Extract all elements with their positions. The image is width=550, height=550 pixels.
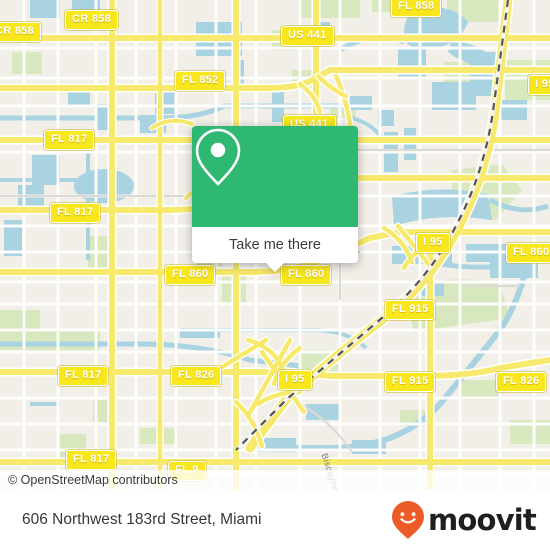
road-shield-label: FL 826: [496, 372, 547, 392]
moovit-logo[interactable]: moovit: [391, 500, 537, 540]
popup-cta-area[interactable]: Take me there: [192, 227, 358, 272]
osm-attribution[interactable]: © OpenStreetMap contributors: [0, 470, 550, 490]
road-shield-label: FL 860: [281, 265, 332, 285]
road-shield-label: CR 858: [0, 22, 42, 42]
road-shield-label: FL 826: [171, 366, 222, 386]
road-shield-label: CR 858: [65, 10, 119, 30]
road-shield-label: FL 817: [66, 450, 117, 470]
road-shield-label: US 441: [281, 26, 334, 46]
location-popup-card[interactable]: Take me there: [192, 126, 358, 272]
popup-pin-area: [192, 126, 358, 227]
moovit-smiley-pin-icon: [392, 501, 425, 539]
road-shield-label: FL 852: [175, 71, 226, 91]
map-screenshot: CR 858CR 858US 441FL 858FL 852US 441I 95…: [0, 0, 550, 550]
road-shield-label: FL 860: [506, 243, 550, 263]
footer-bar: 606 Northwest 183rd Street, Miami moovit: [0, 490, 550, 550]
road-shield-label: FL 915: [385, 372, 436, 392]
road-shield-label: FL 817: [44, 130, 95, 150]
road-shield-label: FL 915: [385, 300, 436, 320]
road-shield-label: I 95: [278, 370, 312, 390]
address-label: 606 Northwest 183rd Street, Miami: [22, 511, 262, 528]
road-shield-label: I 95: [528, 75, 550, 95]
road-shield-label: FL 817: [58, 366, 109, 386]
location-pin-icon: [195, 128, 241, 186]
road-shield-label: I 95: [416, 233, 450, 253]
road-shield-label: FL 817: [50, 203, 101, 223]
moovit-wordmark: moovit: [428, 502, 537, 537]
map-canvas[interactable]: CR 858CR 858US 441FL 858FL 852US 441I 95…: [0, 0, 550, 490]
road-shield-label: FL 858: [391, 0, 442, 17]
road-shield-label: FL 860: [165, 265, 216, 285]
popup-pointer-tail: [266, 263, 284, 272]
take-me-there-label: Take me there: [229, 237, 321, 253]
